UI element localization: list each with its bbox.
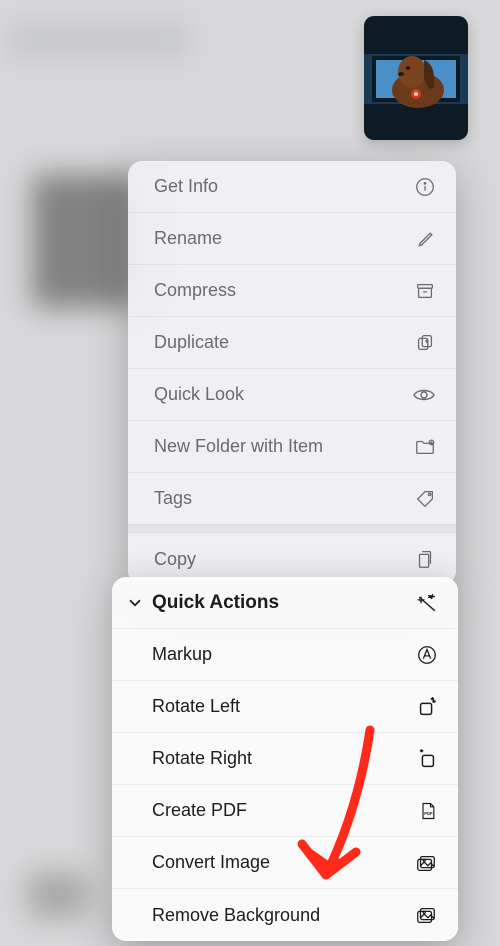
menu-item-label: Rotate Right: [152, 748, 252, 769]
svg-text:PDF: PDF: [424, 811, 433, 816]
menu-item-convert-image[interactable]: Convert Image: [112, 837, 458, 889]
archive-icon: [414, 280, 436, 302]
menu-item-quick-look[interactable]: Quick Look: [128, 369, 456, 421]
quick-actions-menu: Quick Actions Markup Rotate Left Rotate …: [112, 577, 458, 941]
new-folder-icon: [414, 436, 436, 458]
blurred-background: [28, 872, 88, 918]
menu-item-rename[interactable]: Rename: [128, 213, 456, 265]
menu-item-label: New Folder with Item: [154, 436, 323, 457]
sparkles-icon: [416, 592, 438, 614]
pdf-icon: PDF: [418, 800, 438, 822]
rotate-right-icon: [416, 748, 438, 770]
menu-item-remove-background[interactable]: Remove Background: [112, 889, 458, 941]
pencil-icon: [416, 229, 436, 249]
menu-item-label: Rename: [154, 228, 222, 249]
duplicate-icon: [414, 332, 436, 354]
menu-item-label: Remove Background: [152, 905, 320, 926]
images-icon: [414, 852, 438, 874]
menu-item-markup[interactable]: Markup: [112, 629, 458, 681]
menu-item-label: Copy: [154, 549, 196, 570]
menu-item-compress[interactable]: Compress: [128, 265, 456, 317]
menu-item-label: Quick Look: [154, 384, 244, 405]
menu-item-label: Compress: [154, 280, 236, 301]
menu-item-label: Markup: [152, 644, 212, 665]
blurred-background: [32, 174, 138, 308]
menu-item-rotate-left[interactable]: Rotate Left: [112, 681, 458, 733]
markup-icon: [416, 644, 438, 666]
rotate-left-icon: [416, 696, 438, 718]
menu-item-label: Tags: [154, 488, 192, 509]
menu-item-get-info[interactable]: Get Info: [128, 161, 456, 213]
menu-item-label: Convert Image: [152, 852, 270, 873]
menu-item-label: Get Info: [154, 176, 218, 197]
info-icon: [414, 176, 436, 198]
chevron-down-icon: [126, 594, 144, 612]
quick-actions-title: Quick Actions: [152, 592, 279, 614]
menu-separator: [128, 525, 456, 533]
menu-item-label: Rotate Left: [152, 696, 240, 717]
menu-item-label: Duplicate: [154, 332, 229, 353]
menu-item-rotate-right[interactable]: Rotate Right: [112, 733, 458, 785]
menu-item-duplicate[interactable]: Duplicate: [128, 317, 456, 369]
copy-doc-icon: [414, 548, 436, 570]
context-menu: Get Info Rename Compress Duplicate Quick…: [128, 161, 456, 585]
eye-icon: [412, 383, 436, 407]
menu-item-label: Create PDF: [152, 800, 247, 821]
quick-actions-header[interactable]: Quick Actions: [112, 577, 458, 629]
dog-photo-icon: [364, 16, 468, 140]
images-icon: [414, 904, 438, 926]
menu-item-tags[interactable]: Tags: [128, 473, 456, 525]
menu-item-create-pdf[interactable]: Create PDF PDF: [112, 785, 458, 837]
selected-file-thumbnail[interactable]: [364, 16, 468, 140]
blurred-background: [8, 22, 188, 58]
menu-item-new-folder[interactable]: New Folder with Item: [128, 421, 456, 473]
tag-icon: [414, 488, 436, 510]
